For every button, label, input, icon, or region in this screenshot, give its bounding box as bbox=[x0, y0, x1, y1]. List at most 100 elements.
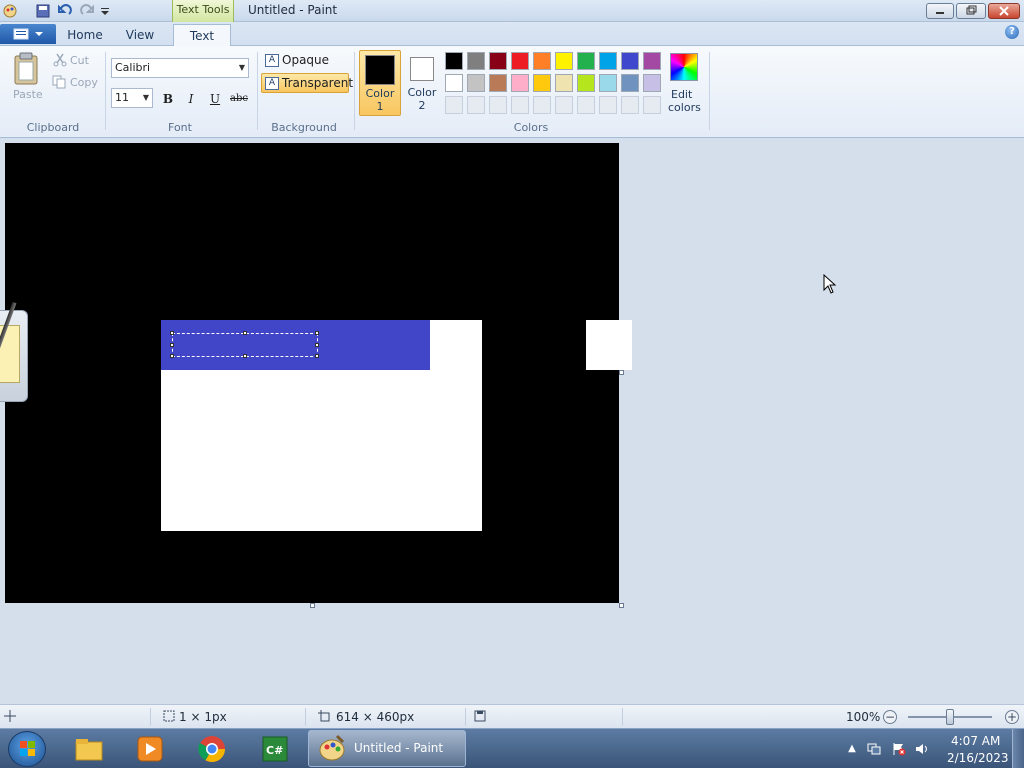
underline-button[interactable]: U bbox=[204, 89, 226, 109]
palette-swatch[interactable] bbox=[533, 52, 551, 70]
chrome-icon[interactable] bbox=[197, 734, 227, 764]
help-icon[interactable]: ? bbox=[1005, 25, 1019, 39]
clock-date[interactable]: 2/16/2023 bbox=[947, 751, 1009, 765]
taskbar-paint-button[interactable]: Untitled - Paint bbox=[308, 730, 466, 767]
media-player-icon[interactable] bbox=[135, 734, 165, 764]
palette-swatch[interactable] bbox=[577, 96, 595, 114]
paste-icon[interactable] bbox=[12, 52, 42, 86]
palette-swatch[interactable] bbox=[577, 52, 595, 70]
color2-swatch bbox=[410, 57, 434, 81]
canvas-resize-handle-corner[interactable] bbox=[619, 603, 624, 608]
edit-colors-label-line2[interactable]: colors bbox=[668, 101, 701, 114]
restore-button[interactable] bbox=[956, 3, 986, 19]
copy-button[interactable]: Copy bbox=[70, 76, 98, 89]
palette-swatch[interactable] bbox=[643, 96, 661, 114]
resize-handle[interactable] bbox=[170, 331, 174, 335]
font-size-select[interactable]: 11 ▼ bbox=[111, 88, 153, 108]
palette-swatch[interactable] bbox=[621, 96, 639, 114]
palette-swatch[interactable] bbox=[621, 52, 639, 70]
strikethrough-button[interactable]: abc bbox=[227, 89, 251, 109]
transparent-button[interactable]: A Transparent bbox=[261, 73, 353, 93]
palette-swatch[interactable] bbox=[511, 52, 529, 70]
palette-swatch[interactable] bbox=[577, 74, 595, 92]
color2-label-line1: Color bbox=[407, 86, 437, 99]
cut-icon[interactable] bbox=[53, 53, 67, 67]
edit-colors-label-line1[interactable]: Edit bbox=[671, 88, 692, 101]
save-icon[interactable] bbox=[35, 3, 51, 19]
cut-button[interactable]: Cut bbox=[70, 54, 89, 67]
drawing-canvas[interactable] bbox=[5, 143, 632, 603]
font-family-select[interactable]: Calibri ▼ bbox=[111, 58, 249, 78]
palette-swatch[interactable] bbox=[555, 96, 573, 114]
redo-icon[interactable] bbox=[79, 3, 95, 19]
italic-button[interactable]: I bbox=[180, 89, 202, 109]
colors-group-label: Colors bbox=[513, 121, 549, 134]
palette-swatch[interactable] bbox=[511, 96, 529, 114]
resize-handle[interactable] bbox=[315, 343, 319, 347]
palette-swatch[interactable] bbox=[621, 74, 639, 92]
palette-swatch[interactable] bbox=[599, 52, 617, 70]
start-button[interactable] bbox=[8, 731, 46, 767]
palette-swatch[interactable] bbox=[489, 74, 507, 92]
zoom-in-button[interactable]: + bbox=[1005, 710, 1019, 724]
paint-menu-button[interactable] bbox=[0, 24, 56, 44]
zoom-slider-thumb[interactable] bbox=[946, 709, 954, 725]
color1-label-line1: Color bbox=[365, 87, 395, 100]
palette-swatch[interactable] bbox=[489, 96, 507, 114]
palette-swatch[interactable] bbox=[489, 52, 507, 70]
opaque-button[interactable]: A Opaque bbox=[262, 51, 334, 71]
color1-button[interactable]: Color 1 bbox=[359, 50, 401, 116]
palette-swatch[interactable] bbox=[643, 52, 661, 70]
show-desktop-button[interactable] bbox=[1012, 729, 1024, 768]
canvas-workspace[interactable] bbox=[0, 138, 1024, 704]
palette-swatch[interactable] bbox=[467, 96, 485, 114]
file-explorer-icon[interactable] bbox=[74, 734, 104, 764]
canvas-resize-handle-right[interactable] bbox=[619, 370, 624, 375]
tab-home[interactable]: Home bbox=[62, 24, 108, 46]
show-hidden-icons-icon[interactable]: ▲ bbox=[845, 742, 859, 756]
network-icon[interactable] bbox=[867, 742, 881, 756]
customize-quick-access-icon[interactable] bbox=[99, 3, 115, 19]
paste-button[interactable]: Paste bbox=[13, 88, 43, 101]
color2-button[interactable]: Color 2 bbox=[401, 50, 443, 116]
action-center-icon[interactable] bbox=[892, 742, 906, 756]
palette-swatch[interactable] bbox=[467, 74, 485, 92]
palette-swatch[interactable] bbox=[511, 74, 529, 92]
palette-swatch[interactable] bbox=[599, 96, 617, 114]
palette-swatch[interactable] bbox=[599, 74, 617, 92]
clock-time[interactable]: 4:07 AM bbox=[951, 734, 1000, 748]
resize-handle[interactable] bbox=[170, 343, 174, 347]
resize-handle[interactable] bbox=[315, 354, 319, 358]
image-size-icon bbox=[318, 710, 330, 725]
text-input-box[interactable] bbox=[170, 331, 319, 358]
palette-swatch[interactable] bbox=[555, 52, 573, 70]
volume-icon[interactable] bbox=[915, 742, 929, 756]
white-tab-shape bbox=[586, 320, 632, 370]
title-bar: Text Tools Untitled - Paint bbox=[0, 0, 1024, 22]
resize-handle[interactable] bbox=[170, 354, 174, 358]
sticky-notes-gadget[interactable] bbox=[0, 301, 28, 402]
csharp-ide-icon[interactable]: C# bbox=[260, 734, 290, 764]
palette-swatch[interactable] bbox=[533, 96, 551, 114]
palette-swatch[interactable] bbox=[555, 74, 573, 92]
paint-app-icon[interactable] bbox=[2, 3, 18, 19]
palette-swatch[interactable] bbox=[467, 52, 485, 70]
zoom-out-button[interactable]: − bbox=[883, 710, 897, 724]
canvas-resize-handle-bottom[interactable] bbox=[310, 603, 315, 608]
tab-view[interactable]: View bbox=[118, 24, 162, 46]
palette-swatch[interactable] bbox=[643, 74, 661, 92]
resize-handle[interactable] bbox=[243, 354, 247, 358]
copy-icon[interactable] bbox=[52, 75, 66, 89]
undo-icon[interactable] bbox=[57, 3, 73, 19]
resize-handle[interactable] bbox=[243, 331, 247, 335]
bold-button[interactable]: B bbox=[157, 89, 179, 109]
palette-swatch[interactable] bbox=[445, 96, 463, 114]
minimize-button[interactable] bbox=[926, 3, 954, 19]
tab-text[interactable]: Text bbox=[173, 24, 231, 46]
edit-colors-icon[interactable] bbox=[670, 53, 698, 81]
close-button[interactable] bbox=[988, 3, 1020, 19]
palette-swatch[interactable] bbox=[445, 52, 463, 70]
palette-swatch[interactable] bbox=[533, 74, 551, 92]
resize-handle[interactable] bbox=[315, 331, 319, 335]
palette-swatch[interactable] bbox=[445, 74, 463, 92]
